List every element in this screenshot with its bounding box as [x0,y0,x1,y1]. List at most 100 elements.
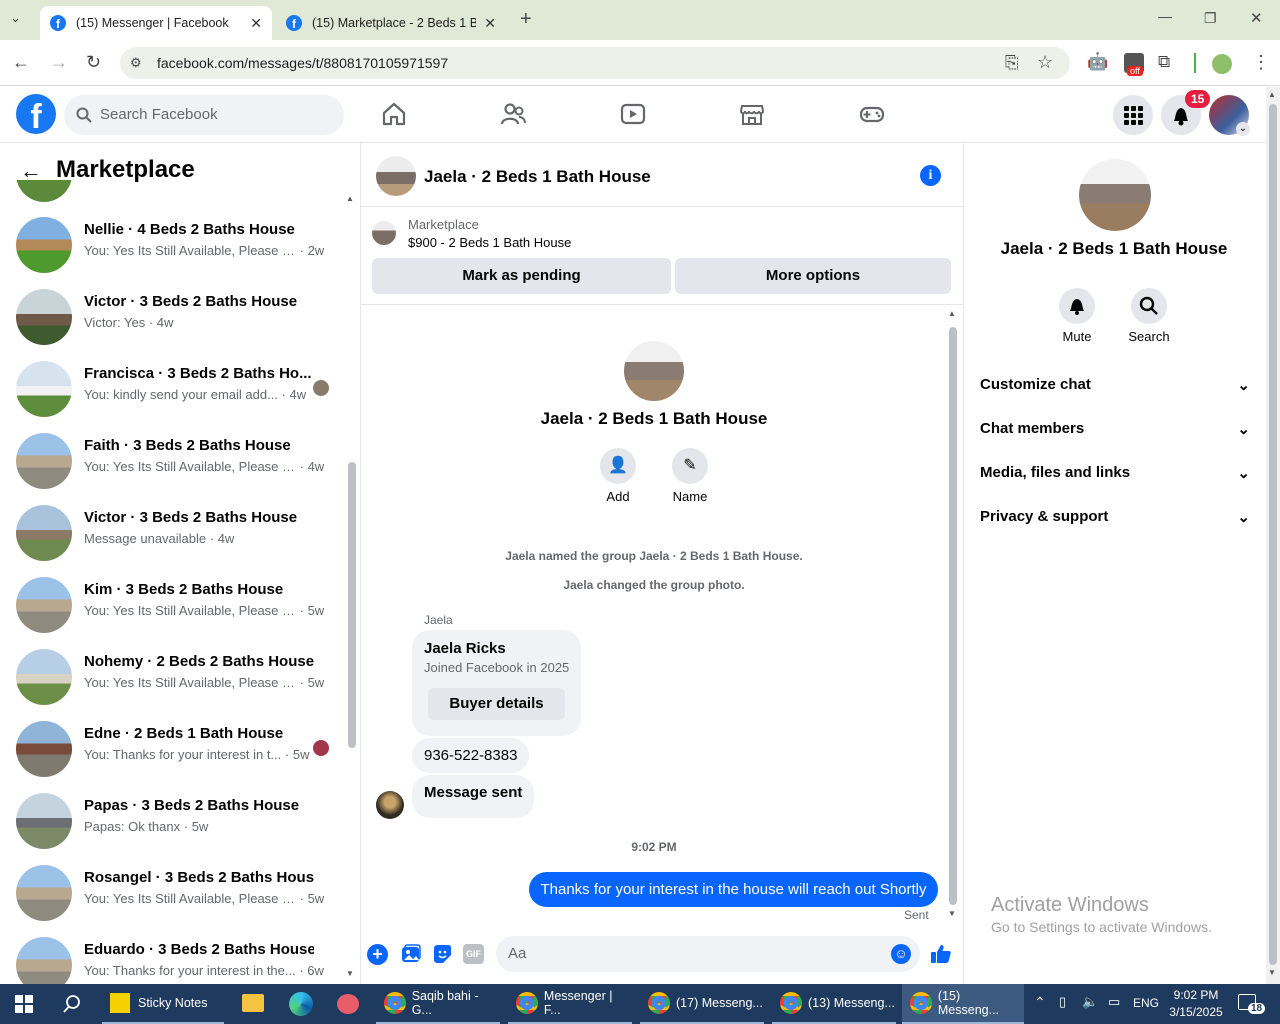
search-input[interactable]: Search Facebook [64,95,344,135]
tray-chevron-up-icon[interactable]: ⌃ [1034,994,1046,1011]
scroll-down-icon[interactable]: ▼ [346,969,354,978]
info-icon[interactable]: i [920,165,941,186]
listing-title[interactable]: $900 - 2 Beds 1 Bath House [408,235,571,250]
scroll-up-icon[interactable]: ▲ [1268,90,1276,99]
taskbar-app-chrome[interactable]: Saqib bahi - G... [376,984,500,1024]
page-scrollbar-thumb[interactable] [1269,104,1277,965]
chrome-icon [780,992,802,1014]
group-avatar[interactable] [1079,159,1151,231]
search-button[interactable] [1131,288,1167,324]
menu-kebab-icon[interactable]: ⋮ [1252,52,1270,73]
app-icon[interactable] [337,994,359,1014]
conversation-item[interactable]: Edne · 2 Beds 1 Bath House You: Thanks f… [0,717,340,789]
buyer-details-button[interactable]: Buyer details [428,688,565,720]
back-icon[interactable]: ← [12,52,30,73]
conversation-item[interactable]: Kim · 3 Beds 2 Baths House You: Yes Its … [0,573,340,645]
chevron-down-icon[interactable]: ⌄ [1236,122,1250,136]
scroll-down-icon[interactable]: ▼ [948,909,956,918]
volume-icon[interactable]: 🔈 [1082,994,1098,1010]
privacy-support-section[interactable]: Privacy & support ⌄ [980,508,1250,526]
tab-search-icon[interactable]: ⌄ [10,10,21,26]
left-scrollbar-thumb[interactable] [348,462,356,748]
taskbar-app-sticky-notes[interactable]: Sticky Notes [102,984,224,1024]
friends-icon[interactable] [499,100,527,128]
media-files-section[interactable]: Media, files and links ⌄ [980,464,1250,482]
video-icon[interactable] [619,100,647,128]
taskbar-app-chrome[interactable]: (13) Messeng... [772,984,896,1024]
conversation-item[interactable]: Victor · 3 Beds 2 Baths House Message un… [0,501,340,573]
forward-icon[interactable]: → [50,52,68,73]
chat-title[interactable]: Jaela · 2 Beds 1 Bath House [424,167,651,187]
customize-chat-section[interactable]: Customize chat ⌄ [980,376,1250,394]
conversation-preview: Message unavailable · 4w [84,531,235,546]
tab-marketplace[interactable]: f (15) Marketplace - 2 Beds 1 Bath ✕ [276,6,506,40]
photo-icon[interactable] [400,943,422,965]
conversation-item[interactable]: Faith · 3 Beds 2 Baths House You: Yes It… [0,429,340,501]
add-person-icon[interactable]: 👤 [600,448,636,484]
gaming-icon[interactable] [858,100,886,128]
restore-icon[interactable]: ❐ [1204,10,1217,27]
more-options-button[interactable]: More options [675,258,951,294]
sender-avatar [376,791,404,819]
reload-icon[interactable]: ↻ [86,52,101,73]
plus-icon[interactable]: + [367,944,388,965]
menu-grid-button[interactable] [1113,95,1153,135]
clock-date[interactable]: 3/15/2025 [1162,1005,1230,1019]
mark-pending-button[interactable]: Mark as pending [372,258,671,294]
close-window-icon[interactable]: ✕ [1250,9,1263,27]
minimize-icon[interactable]: — [1158,8,1172,24]
scroll-up-icon[interactable]: ▲ [346,194,354,203]
message-input[interactable]: Aa [496,936,920,972]
like-thumb-icon[interactable] [929,942,953,966]
facebook-logo-icon[interactable]: f [16,94,56,134]
conversation-name: Victor · 3 Beds 2 Baths House [84,509,298,526]
conversation-item[interactable]: Papas · 3 Beds 2 Baths House Papas: Ok t… [0,789,340,861]
conversation-item[interactable]: Eduardo · 3 Beds 2 Baths House You: Than… [0,933,340,984]
conversation-item[interactable]: Francisca · 3 Beds 2 Baths Ho... You: ki… [0,357,340,429]
profile-icon[interactable] [1212,54,1232,74]
conversation-item[interactable]: Victor · 3 Beds 2 Baths House Victor: Ye… [0,285,340,357]
close-tab-icon[interactable]: ✕ [484,15,496,32]
chat-scrollbar-thumb[interactable] [949,327,957,905]
new-tab-icon[interactable]: + [520,8,532,31]
gif-icon[interactable]: GIF [463,944,484,964]
emoji-icon[interactable]: ☺ [891,944,911,964]
extension-robot-icon[interactable]: 🤖 [1087,52,1108,72]
conversation-time: 5w [307,675,325,690]
scroll-up-icon[interactable]: ▲ [948,309,956,318]
edit-pencil-icon[interactable]: ✎ [672,448,708,484]
clock-time[interactable]: 9:02 PM [1166,988,1226,1002]
close-tab-icon[interactable]: ✕ [250,15,262,32]
conversation-item[interactable]: Rosangel · 3 Beds 2 Baths House You: Yes… [0,861,340,933]
taskbar-app-chrome[interactable]: Messenger | F... [508,984,632,1024]
tab-messenger[interactable]: f (15) Messenger | Facebook ✕ [40,6,272,40]
network-icon[interactable]: ▭ [1108,994,1120,1010]
chat-members-section[interactable]: Chat members ⌄ [980,420,1250,438]
avatar [16,505,72,561]
mute-button[interactable] [1059,288,1095,324]
chrome-icon [516,992,538,1014]
taskbar-app-chrome-active[interactable]: (15) Messeng... [902,984,1024,1024]
tray-app-icon[interactable]: ▯ [1059,994,1066,1010]
chat-avatar[interactable] [376,156,416,196]
divider [963,143,964,984]
marketplace-icon[interactable] [738,100,766,128]
windows-start-icon[interactable] [15,995,33,1013]
scroll-down-icon[interactable]: ▼ [1268,968,1276,977]
conversation-item[interactable]: Nellie · 4 Beds 2 Baths House You: Yes I… [0,213,340,285]
install-app-icon[interactable]: ⎘ [1005,53,1019,73]
sticker-icon[interactable] [431,943,453,965]
listing-thumbnail[interactable] [372,221,396,245]
conversation-preview: You: Yes Its Still Available, Please Se.… [84,891,325,906]
conversation-item[interactable]: Nohemy · 2 Beds 2 Baths House You: Yes I… [0,645,340,717]
site-info-icon[interactable]: ⚙ [130,55,142,71]
taskbar-search-icon[interactable] [62,994,82,1014]
edge-icon[interactable] [289,992,313,1016]
extensions-puzzle-icon[interactable]: ⧉ [1158,52,1170,72]
taskbar-app-chrome[interactable]: (17) Messeng... [640,984,764,1024]
file-explorer-icon[interactable] [242,994,264,1012]
language-indicator[interactable]: ENG [1133,996,1159,1010]
url-text[interactable]: facebook.com/messages/t/8808170105971597 [157,55,448,71]
home-icon[interactable] [380,100,408,128]
bookmark-star-icon[interactable]: ☆ [1037,52,1053,73]
